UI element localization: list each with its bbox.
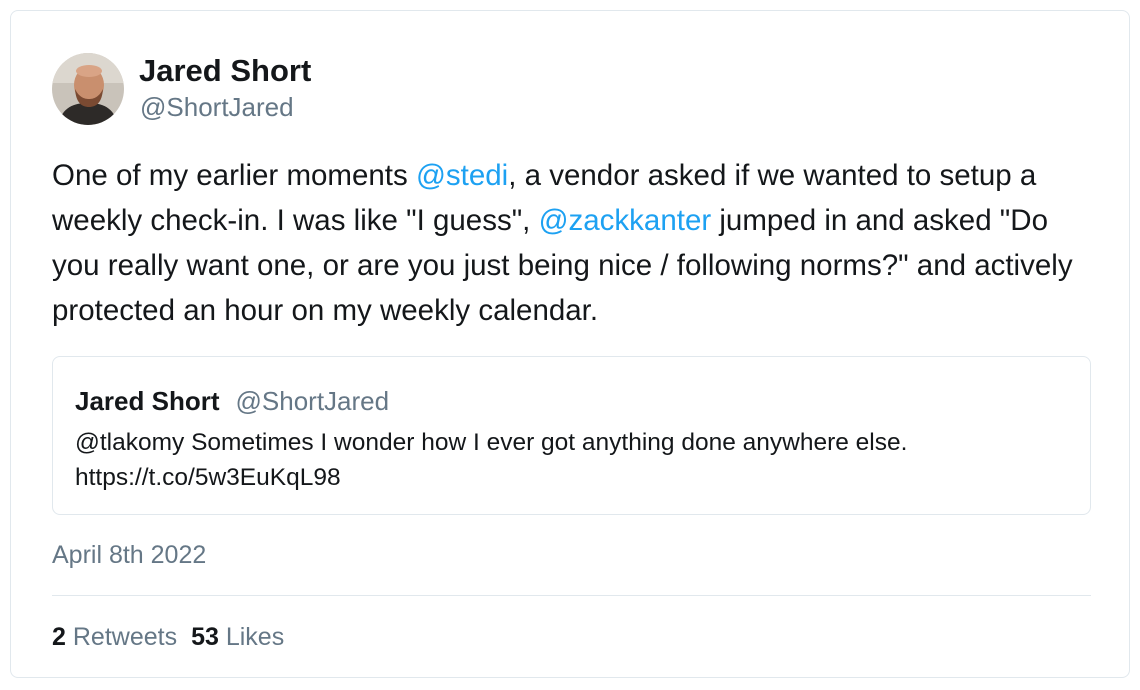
tweet-stats: 2 Retweets 53 Likes [52, 621, 284, 653]
avatar-image [52, 53, 124, 125]
quoted-tweet-link[interactable]: https://t.co/5w3EuKqL98 [75, 464, 341, 491]
likes-label: Likes [225, 623, 285, 651]
divider [52, 595, 1091, 596]
tweet-text-segment: One of my earlier moments [52, 159, 416, 192]
retweets-count: 2 [52, 623, 66, 651]
quoted-tweet[interactable]: Jared Short @ShortJared @tlakomy Sometime… [52, 356, 1091, 515]
quoted-text-line-1: @tlakomy Sometimes I wonder how I ever g… [75, 429, 908, 456]
author-name[interactable]: Jared Short [139, 53, 311, 89]
mention-link-zackkanter[interactable]: @zackkanter [539, 204, 712, 237]
avatar[interactable] [52, 53, 124, 125]
tweet-date[interactable]: April 8th 2022 [52, 539, 206, 571]
likes-stat[interactable]: 53 Likes [191, 623, 284, 651]
tweet-card: Jared Short @ShortJared One of my earlie… [10, 10, 1130, 678]
quoted-tweet-text: @tlakomy Sometimes I wonder how I ever g… [75, 425, 1075, 495]
retweets-label: Retweets [72, 623, 178, 651]
tweet-text: One of my earlier moments @stedi, a vend… [52, 153, 1102, 333]
quoted-tweet-header: Jared Short @ShortJared [75, 385, 389, 422]
likes-count: 53 [191, 623, 219, 651]
mention-link-stedi[interactable]: @stedi [416, 159, 508, 192]
quoted-author-name: Jared Short [75, 386, 220, 416]
quoted-author-handle: @ShortJared [235, 386, 390, 416]
retweets-stat[interactable]: 2 Retweets [52, 623, 177, 651]
author-handle[interactable]: @ShortJared [140, 91, 294, 123]
